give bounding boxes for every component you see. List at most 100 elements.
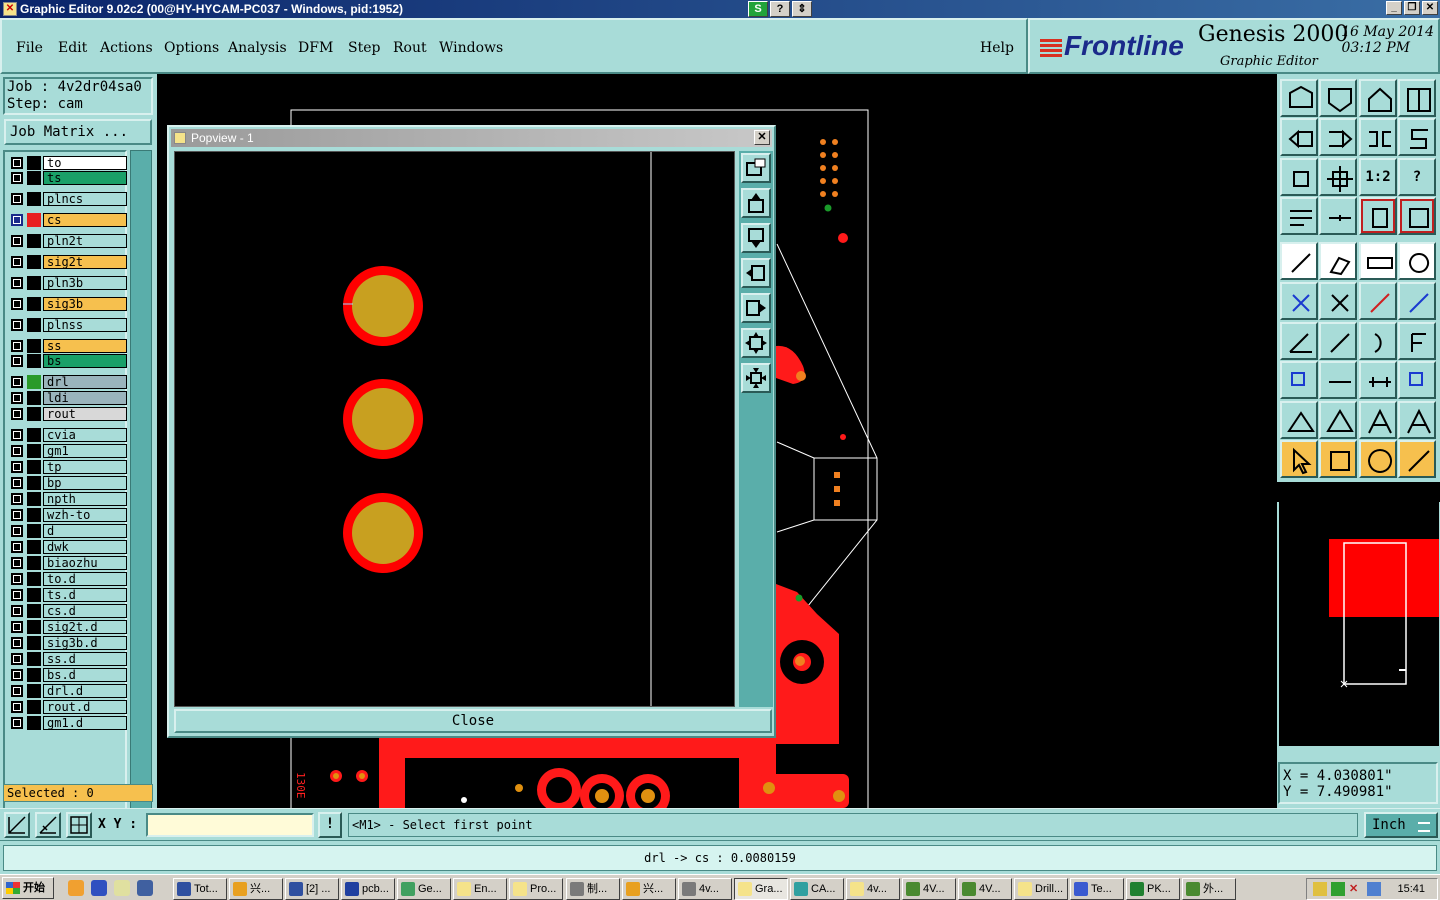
layer-color-swatch[interactable] [27,492,41,506]
layer-checkbox[interactable] [11,193,23,205]
select-circle-icon[interactable] [1359,440,1397,478]
layer-color-swatch[interactable] [27,318,41,332]
layer-checkbox[interactable] [11,509,23,521]
menu-file[interactable]: File [16,40,43,56]
a-frame-alt-icon[interactable] [1398,401,1436,439]
toolbar-s-button[interactable]: S [748,1,768,17]
measure-mode-icon[interactable] [35,812,61,838]
layer-color-swatch[interactable] [27,255,41,269]
layer-checkbox[interactable] [11,340,23,352]
layer-row-sig3b-d[interactable]: sig3b.d [9,636,127,650]
layer-checkbox[interactable] [11,605,23,617]
taskbar-item[interactable]: 4v... [678,878,732,900]
layer-name[interactable]: bs [43,354,127,368]
layer-checkbox[interactable] [11,298,23,310]
taskbar-item[interactable]: En... [453,878,507,900]
layer-row-cvia[interactable]: cvia [9,428,127,442]
layer-color-swatch[interactable] [27,620,41,634]
add-shape-icon[interactable] [1319,242,1357,280]
taskbar-item[interactable]: 4V... [958,878,1012,900]
popview-zoom-out-icon[interactable] [741,363,771,393]
taskbar-item[interactable]: CA... [790,878,844,900]
select-box-icon[interactable] [1319,440,1357,478]
net-select-icon[interactable] [1398,440,1436,478]
layer-checkbox[interactable] [11,429,23,441]
layer-checkbox[interactable] [11,685,23,697]
layer-checkbox[interactable] [11,493,23,505]
layer-checkbox[interactable] [11,653,23,665]
taskbar-item[interactable]: 4v... [846,878,900,900]
layer-row-ss-d[interactable]: ss.d [9,652,127,666]
layer-color-swatch[interactable] [27,213,41,227]
layer-color-swatch[interactable] [27,234,41,248]
layer-name[interactable]: cs [43,213,127,227]
group-icon[interactable] [1398,361,1436,399]
taskbar-item[interactable]: 制... [566,878,620,900]
layer-color-swatch[interactable] [27,375,41,389]
layer-name[interactable]: gm1 [43,444,127,458]
start-button[interactable]: 开始 [2,877,54,899]
layer-row-ts[interactable]: ts [9,171,127,185]
layer-row-bp[interactable]: bp [9,476,127,490]
taskbar-item[interactable]: 4V... [902,878,956,900]
menu-dfm[interactable]: DFM [298,40,333,56]
layer-color-swatch[interactable] [27,684,41,698]
layer-row-cs[interactable]: cs [9,213,127,227]
taskbar-item[interactable]: Te... [1070,878,1124,900]
line-red-icon[interactable] [1359,282,1397,320]
taskbar-item[interactable]: Pro... [509,878,563,900]
popview-pan-down-icon[interactable] [741,223,771,253]
layer-checkbox[interactable] [11,557,23,569]
swap-icon[interactable] [1359,118,1397,156]
layer-name[interactable]: npth [43,492,127,506]
layer-name[interactable]: cvia [43,428,127,442]
wrench-icon[interactable] [1280,197,1318,235]
layer-color-swatch[interactable] [27,276,41,290]
layer-checkbox[interactable] [11,461,23,473]
taskbar-item[interactable]: PK... [1126,878,1180,900]
layer-color-swatch[interactable] [27,297,41,311]
taskbar-item[interactable]: Ge... [397,878,451,900]
layer-row-sig2t[interactable]: sig2t [9,255,127,269]
layer-row-dwk[interactable]: dwk [9,540,127,554]
layer-color-swatch[interactable] [27,171,41,185]
layer-checkbox[interactable] [11,541,23,553]
arrow-left-icon[interactable] [1280,118,1318,156]
grid-mode-icon[interactable] [66,812,92,838]
layer-checkbox[interactable] [11,621,23,633]
popview-close-button[interactable]: Close [174,709,772,733]
layer-name[interactable]: gm1.d [43,716,127,730]
layer-name[interactable]: bs.d [43,668,127,682]
layer-row-sig2t-d[interactable]: sig2t.d [9,620,127,634]
help-small-button[interactable]: ? [770,1,790,17]
layer-name[interactable]: biaozhu [43,556,127,570]
fit-icon[interactable] [1280,158,1318,196]
layer-row-tp[interactable]: tp [9,460,127,474]
menu-options[interactable]: Options [164,40,219,56]
line-blue-icon[interactable] [1398,282,1436,320]
layer-color-swatch[interactable] [27,716,41,730]
menu-help[interactable]: Help [980,40,1014,56]
layer-row-biaozhu[interactable]: biaozhu [9,556,127,570]
popview-drawing[interactable] [175,152,734,706]
layer-name[interactable]: ts.d [43,588,127,602]
layer-row-wzh-to[interactable]: wzh-to [9,508,127,522]
layer-checkbox[interactable] [11,408,23,420]
layer-color-swatch[interactable] [27,668,41,682]
layer-name[interactable]: pln2t [43,234,127,248]
menu-windows[interactable]: Windows [439,40,503,56]
layer-color-swatch[interactable] [27,444,41,458]
layer-name[interactable]: to.d [43,572,127,586]
layer-row-drl-d[interactable]: drl.d [9,684,127,698]
layer-color-swatch[interactable] [27,556,41,570]
layer-row-gm1[interactable]: gm1 [9,444,127,458]
layer-name[interactable]: tp [43,460,127,474]
ruler-icon[interactable] [1359,242,1397,280]
layer-color-swatch[interactable] [27,339,41,353]
tray-pen-icon[interactable] [1313,882,1327,896]
layer-name[interactable]: to [43,156,127,170]
home-icon[interactable] [1359,79,1397,117]
layer-color-swatch[interactable] [27,192,41,206]
overview-map[interactable] [1279,502,1439,746]
add-pad-icon[interactable] [1280,242,1318,280]
